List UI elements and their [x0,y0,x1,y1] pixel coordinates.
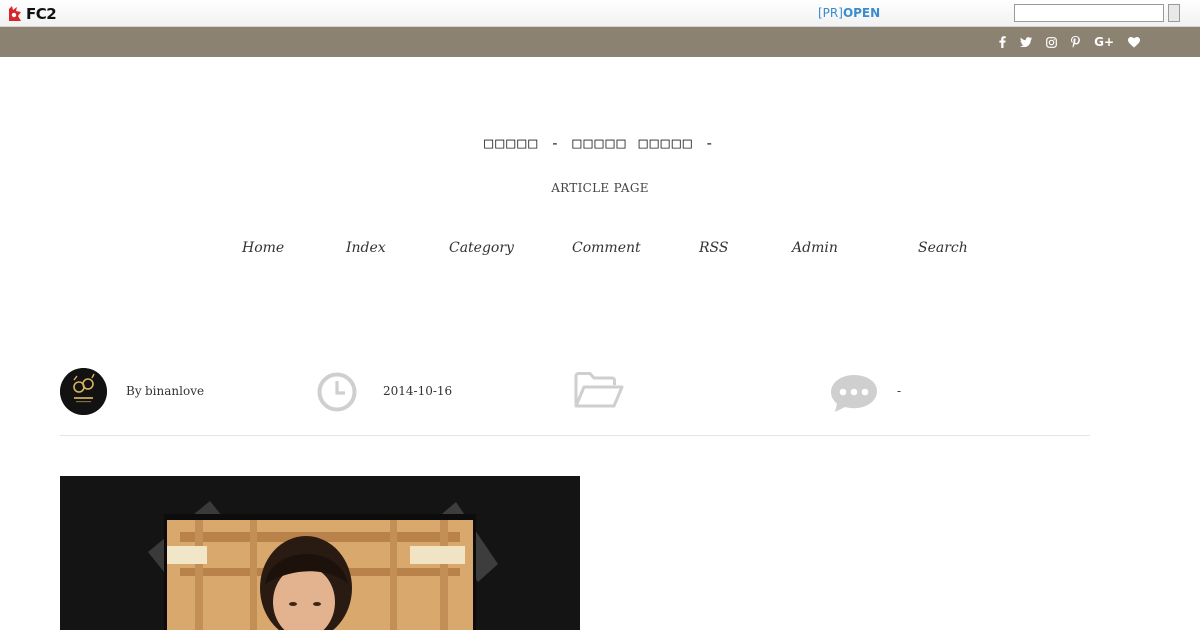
facebook-icon[interactable] [999,36,1006,48]
avatar[interactable] [60,368,107,415]
main-nav: Home Index Category Comment RSS Admin Se… [0,240,1200,260]
article-meta: By binanlove 2014-10-16 - [60,368,1090,418]
nav-home[interactable]: Home [242,240,284,256]
meta-divider [60,435,1090,436]
nav-search[interactable]: Search [918,240,968,256]
social-icons: G+ [999,27,1140,57]
fc2-logo-icon [9,6,21,21]
author-name[interactable]: binanlove [145,384,204,398]
blog-title[interactable]: □□□□□ - □□□□□ □□□□□ - [0,134,1200,152]
nav-category[interactable]: Category [449,240,514,256]
fc2-top-bar: FC2 [PR]OPEN [0,0,1200,27]
clock-icon [316,371,358,417]
comments-icon [830,373,878,417]
pinterest-icon[interactable] [1071,36,1080,48]
nav-admin[interactable]: Admin [792,240,838,256]
article-image[interactable] [60,476,580,630]
fc2-logo-text: FC2 [26,4,57,23]
heart-icon[interactable] [1128,36,1140,48]
page-label: ARTICLE PAGE [551,181,649,195]
fc2-search-button[interactable] [1168,4,1180,22]
google-plus-icon[interactable]: G+ [1094,35,1114,49]
nav-comment[interactable]: Comment [572,240,641,256]
instagram-icon[interactable] [1046,36,1057,48]
pr-prefix: [PR] [818,6,843,20]
nav-index[interactable]: Index [346,240,386,256]
social-bar: G+ [0,27,1200,57]
pr-open-text: OPEN [842,6,881,20]
nav-rss[interactable]: RSS [699,240,728,256]
folder-open-icon [573,371,625,413]
comment-count[interactable]: - [897,384,901,398]
author-by-label: By [126,384,142,398]
fc2-logo[interactable]: FC2 [7,4,57,23]
avatar-logo-icon [60,368,107,415]
twitter-icon[interactable] [1020,37,1033,47]
article-photo [60,476,580,630]
fc2-search-input[interactable] [1014,4,1164,22]
post-date: 2014-10-16 [383,384,453,398]
pr-open-link[interactable]: [PR]OPEN [818,6,880,20]
